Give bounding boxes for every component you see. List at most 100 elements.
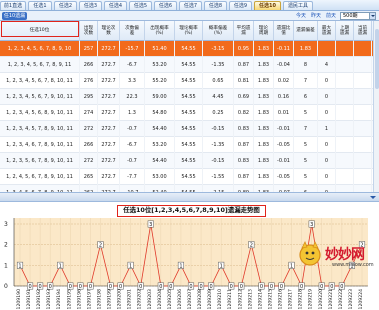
table-cell: 1.83	[254, 73, 274, 89]
period-select[interactable]: 500期	[340, 12, 376, 20]
table-cell: 7	[294, 73, 318, 89]
table-cell: 53.20	[145, 57, 175, 73]
table-cell: 54.55	[175, 185, 203, 192]
vertical-scrollbar[interactable]	[373, 21, 379, 192]
y-tick-label: 0	[4, 283, 8, 290]
table-cell: 1, 2, 3, 5, 6, 7, 8, 9, 10, 11	[0, 153, 80, 169]
tab-omission[interactable]: 任10遗漏	[2, 12, 27, 20]
table-cell: 0.87	[234, 169, 254, 185]
table-row[interactable]: 1, 2, 3, 4, 5, 6, 7, 8, 9, 11 266 272.7 -6.…	[0, 57, 373, 73]
table-cell: 54.55	[175, 169, 203, 185]
table-cell: 1, 2, 3, 4, 5, 6, 7, 8, 9, 11	[0, 57, 80, 73]
tab-6[interactable]: 任选5	[129, 1, 152, 10]
stats-table: 任选10位 出现 次数 理论次 数次数偏 差出现概率 (%) 理论概率 (%) 概率偏差…	[0, 21, 373, 192]
x-tick-label: 1209209	[207, 289, 213, 310]
table-cell: 0.83	[234, 121, 254, 137]
table-cell: 272.7	[98, 169, 120, 185]
x-tick-label: 1209210	[217, 289, 223, 310]
y-tick-label: 2	[4, 242, 8, 249]
y-tick-label: 3	[4, 221, 8, 228]
column-header[interactable]: 理论 周期	[254, 21, 274, 41]
x-tick-label: 1209190	[16, 289, 22, 310]
table-cell: -15.7	[120, 41, 145, 57]
link-day-before[interactable]: 前天	[326, 12, 336, 20]
column-header[interactable]: 出现 次数	[80, 21, 98, 41]
column-header[interactable]: 平均遗 漏	[234, 21, 254, 41]
tab-8[interactable]: 任选7	[179, 1, 202, 10]
table-cell: 1.3	[120, 105, 145, 121]
panel-splitter[interactable]	[0, 192, 379, 202]
table-cell: 5	[294, 137, 318, 153]
tab-12[interactable]: 遗民工具	[283, 1, 313, 10]
column-header[interactable]: 次数偏 差	[120, 21, 145, 41]
column-header[interactable]: 当前 遗漏	[354, 21, 372, 41]
table-cell: 272	[80, 121, 98, 137]
column-header[interactable]: 任选10位	[0, 21, 80, 41]
x-tick-label: 1209219	[308, 289, 314, 310]
tab-7[interactable]: 任选6	[154, 1, 177, 10]
table-row[interactable]: 1, 2, 3, 4, 5, 6, 8, 9, 10, 11 274 272.7 1.…	[0, 105, 373, 121]
table-cell: -0.15	[203, 153, 234, 169]
table-cell	[354, 89, 372, 105]
table-cell: 4	[318, 57, 336, 73]
table-cell: 0	[318, 73, 336, 89]
column-header[interactable]: 最大 遗漏	[318, 21, 336, 41]
table-cell: 0	[318, 185, 336, 192]
table-cell: 55.20	[145, 73, 175, 89]
table-cell: 272.7	[98, 185, 120, 192]
table-cell	[336, 105, 354, 121]
tab-10[interactable]: 任选9	[229, 1, 252, 10]
tab-bar: 前1直选 任选1 任选2 任选3 任选4 任选5 任选6 任选7 任选8 任选9 任选10 遗民工具	[0, 0, 379, 11]
table-row[interactable]: 1, 2, 3, 4, 5, 6, 7, 8, 10, 11 276 272.7 3.…	[0, 73, 373, 89]
x-tick-label: 1209212	[237, 289, 243, 310]
x-tick-label: 1209217	[288, 289, 294, 310]
table-cell: 0.69	[234, 89, 254, 105]
column-header[interactable]: 遗漏比 值	[274, 21, 294, 41]
x-tick-label: 1209197	[86, 289, 92, 310]
table-row[interactable]: 1, 2, 4, 5, 6, 7, 8, 9, 10, 11 265 272.7 -7…	[0, 169, 373, 185]
table-cell: 257	[80, 41, 98, 57]
tab-1[interactable]: 前1直选	[0, 1, 26, 10]
table-row[interactable]: 1, 3, 4, 5, 6, 7, 8, 9, 10, 11262272.7-1…	[0, 185, 373, 192]
column-header[interactable]: 上期 遗漏	[336, 21, 354, 41]
table-cell: 3.3	[120, 73, 145, 89]
table-cell	[354, 153, 372, 169]
x-tick-label: 1209208	[197, 289, 203, 310]
table-row[interactable]: 1, 2, 3, 4, 5, 7, 8, 9, 10, 11 272 272.7 -0…	[0, 121, 373, 137]
table-cell: 54.40	[145, 121, 175, 137]
table-cell: 1.83	[254, 105, 274, 121]
x-tick-label: 1209211	[227, 289, 233, 310]
table-cell: 274	[80, 105, 98, 121]
table-cell: 53.00	[145, 169, 175, 185]
table-cell: 1.83	[294, 41, 318, 57]
column-header[interactable]: 概率偏差 (%)	[203, 21, 234, 41]
table-cell: -0.07	[274, 185, 294, 192]
tab-9[interactable]: 任选8	[204, 1, 227, 10]
x-tick-label: 1209205	[167, 289, 173, 310]
tab-11[interactable]: 任选10	[254, 1, 281, 10]
tab-5[interactable]: 任选4	[104, 1, 127, 10]
column-header[interactable]: 出现概率 (%)	[145, 21, 175, 41]
x-tick-label: 1209192	[36, 289, 42, 310]
table-row[interactable]: 1, 2, 3, 5, 6, 7, 8, 9, 10, 11 272 272.7 -0…	[0, 153, 373, 169]
column-header[interactable]: 理论概率 (%)	[175, 21, 203, 41]
table-row[interactable]: 1, 2, 3, 4, 6, 7, 8, 9, 10, 11 266 272.7 -6…	[0, 137, 373, 153]
table-cell: 54.55	[175, 137, 203, 153]
column-header[interactable]: 理论次 数	[98, 21, 120, 41]
tab-4[interactable]: 任选3	[79, 1, 102, 10]
link-yesterday[interactable]: 昨天	[311, 12, 321, 20]
table-cell: 5	[294, 169, 318, 185]
table-cell: 4.45	[203, 89, 234, 105]
link-today[interactable]: 今天	[296, 12, 306, 20]
table-cell: 0.87	[234, 57, 254, 73]
table-row[interactable]: 1, 2, 3, 4, 5, 6, 7, 8, 9, 10 257 272.7 -15…	[0, 41, 373, 57]
table-cell: -0.7	[120, 153, 145, 169]
table-cell: 53.20	[145, 137, 175, 153]
column-header[interactable]: 遗漏偏差	[294, 21, 318, 41]
tab-3[interactable]: 任选2	[54, 1, 77, 10]
tab-2[interactable]: 任选1	[28, 1, 52, 10]
table-row[interactable]: 1, 2, 3, 4, 5, 6, 7, 9, 10, 11 295 272.7 22…	[0, 89, 373, 105]
collapse-icon[interactable]	[370, 195, 376, 200]
table-cell: -1.55	[203, 169, 234, 185]
scrollbar-thumb[interactable]	[375, 29, 379, 89]
